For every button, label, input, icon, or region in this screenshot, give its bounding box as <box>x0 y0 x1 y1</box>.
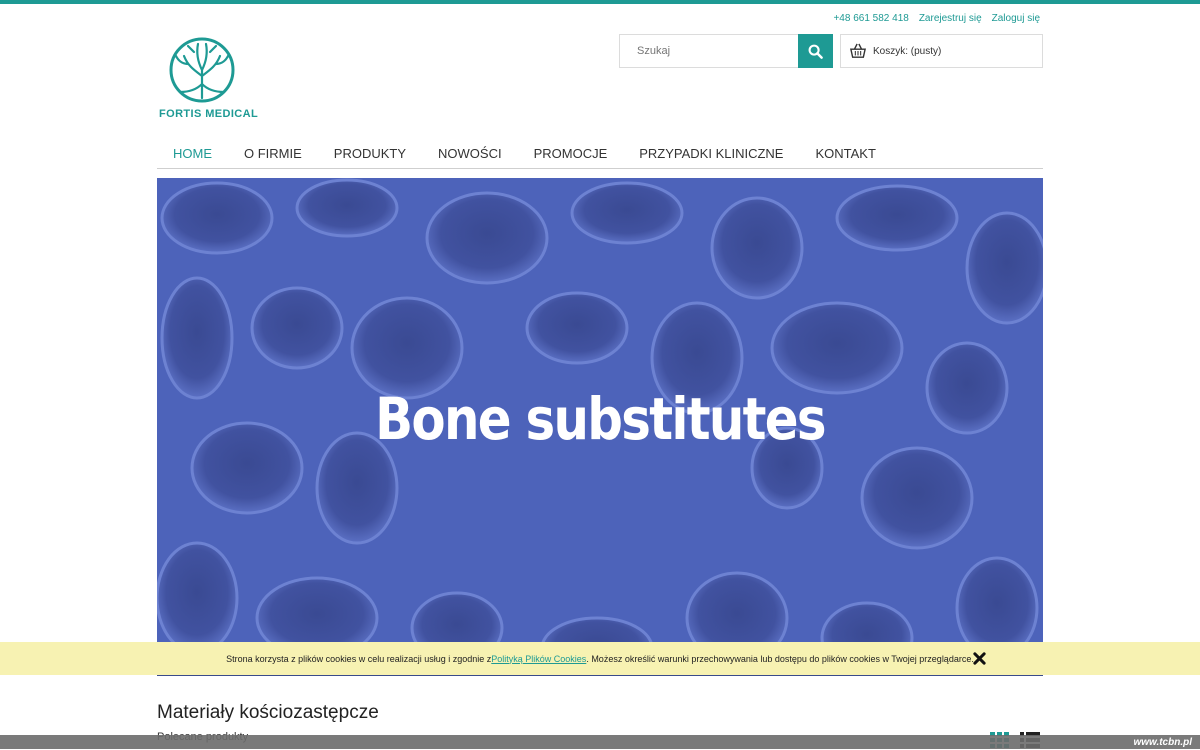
nav-item-nowosci[interactable]: NOWOŚCI <box>422 140 518 168</box>
page-title: Materiały kościozastępcze <box>157 702 379 723</box>
cookie-text-before: Strona korzysta z plików cookies w celu … <box>226 653 492 664</box>
brand-name: FORTIS MEDICAL <box>159 108 259 120</box>
cookie-banner: Strona korzysta z plików cookies w celu … <box>0 642 1200 675</box>
cookie-text-after: . Możesz określić warunki przechowywania… <box>586 653 974 664</box>
cookie-policy-link[interactable]: Polityką Plików Cookies <box>491 654 586 664</box>
watermark-text: www.tcbn.pl <box>1133 737 1192 748</box>
nav-item-o-firmie[interactable]: O FIRMIE <box>228 140 318 168</box>
basket-icon <box>850 43 866 58</box>
nav-item-produkty[interactable]: PRODUKTY <box>318 140 422 168</box>
search-button[interactable] <box>798 34 833 68</box>
watermark-bar <box>0 735 1200 749</box>
phone-link[interactable]: +48 661 582 418 <box>833 13 908 24</box>
nav-item-promocje[interactable]: PROMOCJE <box>518 140 624 168</box>
header-links: +48 661 582 418 Zarejestruj się Zaloguj … <box>833 13 1040 24</box>
nav-item-home[interactable]: HOME <box>157 140 228 168</box>
search-box <box>619 34 833 68</box>
register-link[interactable]: Zarejestruj się <box>919 13 982 24</box>
cart-label: Koszyk: (pusty) <box>873 45 942 57</box>
main-nav: HOME O FIRMIE PRODUKTY NOWOŚCI PROMOCJE … <box>157 140 1043 169</box>
nav-item-przypadki-kliniczne[interactable]: PRZYPADKI KLINICZNE <box>623 140 799 168</box>
close-icon[interactable] <box>973 652 986 665</box>
search-input[interactable] <box>620 35 798 67</box>
nav-item-kontakt[interactable]: KONTAKT <box>799 140 891 168</box>
search-icon <box>808 44 823 59</box>
cart-button[interactable]: Koszyk: (pusty) <box>840 34 1043 68</box>
hero-banner[interactable]: Bone substitutes <box>157 178 1043 675</box>
login-link[interactable]: Zaloguj się <box>992 13 1040 24</box>
top-accent-bar <box>0 0 1200 4</box>
hero-title: Bone substitutes <box>375 385 826 453</box>
